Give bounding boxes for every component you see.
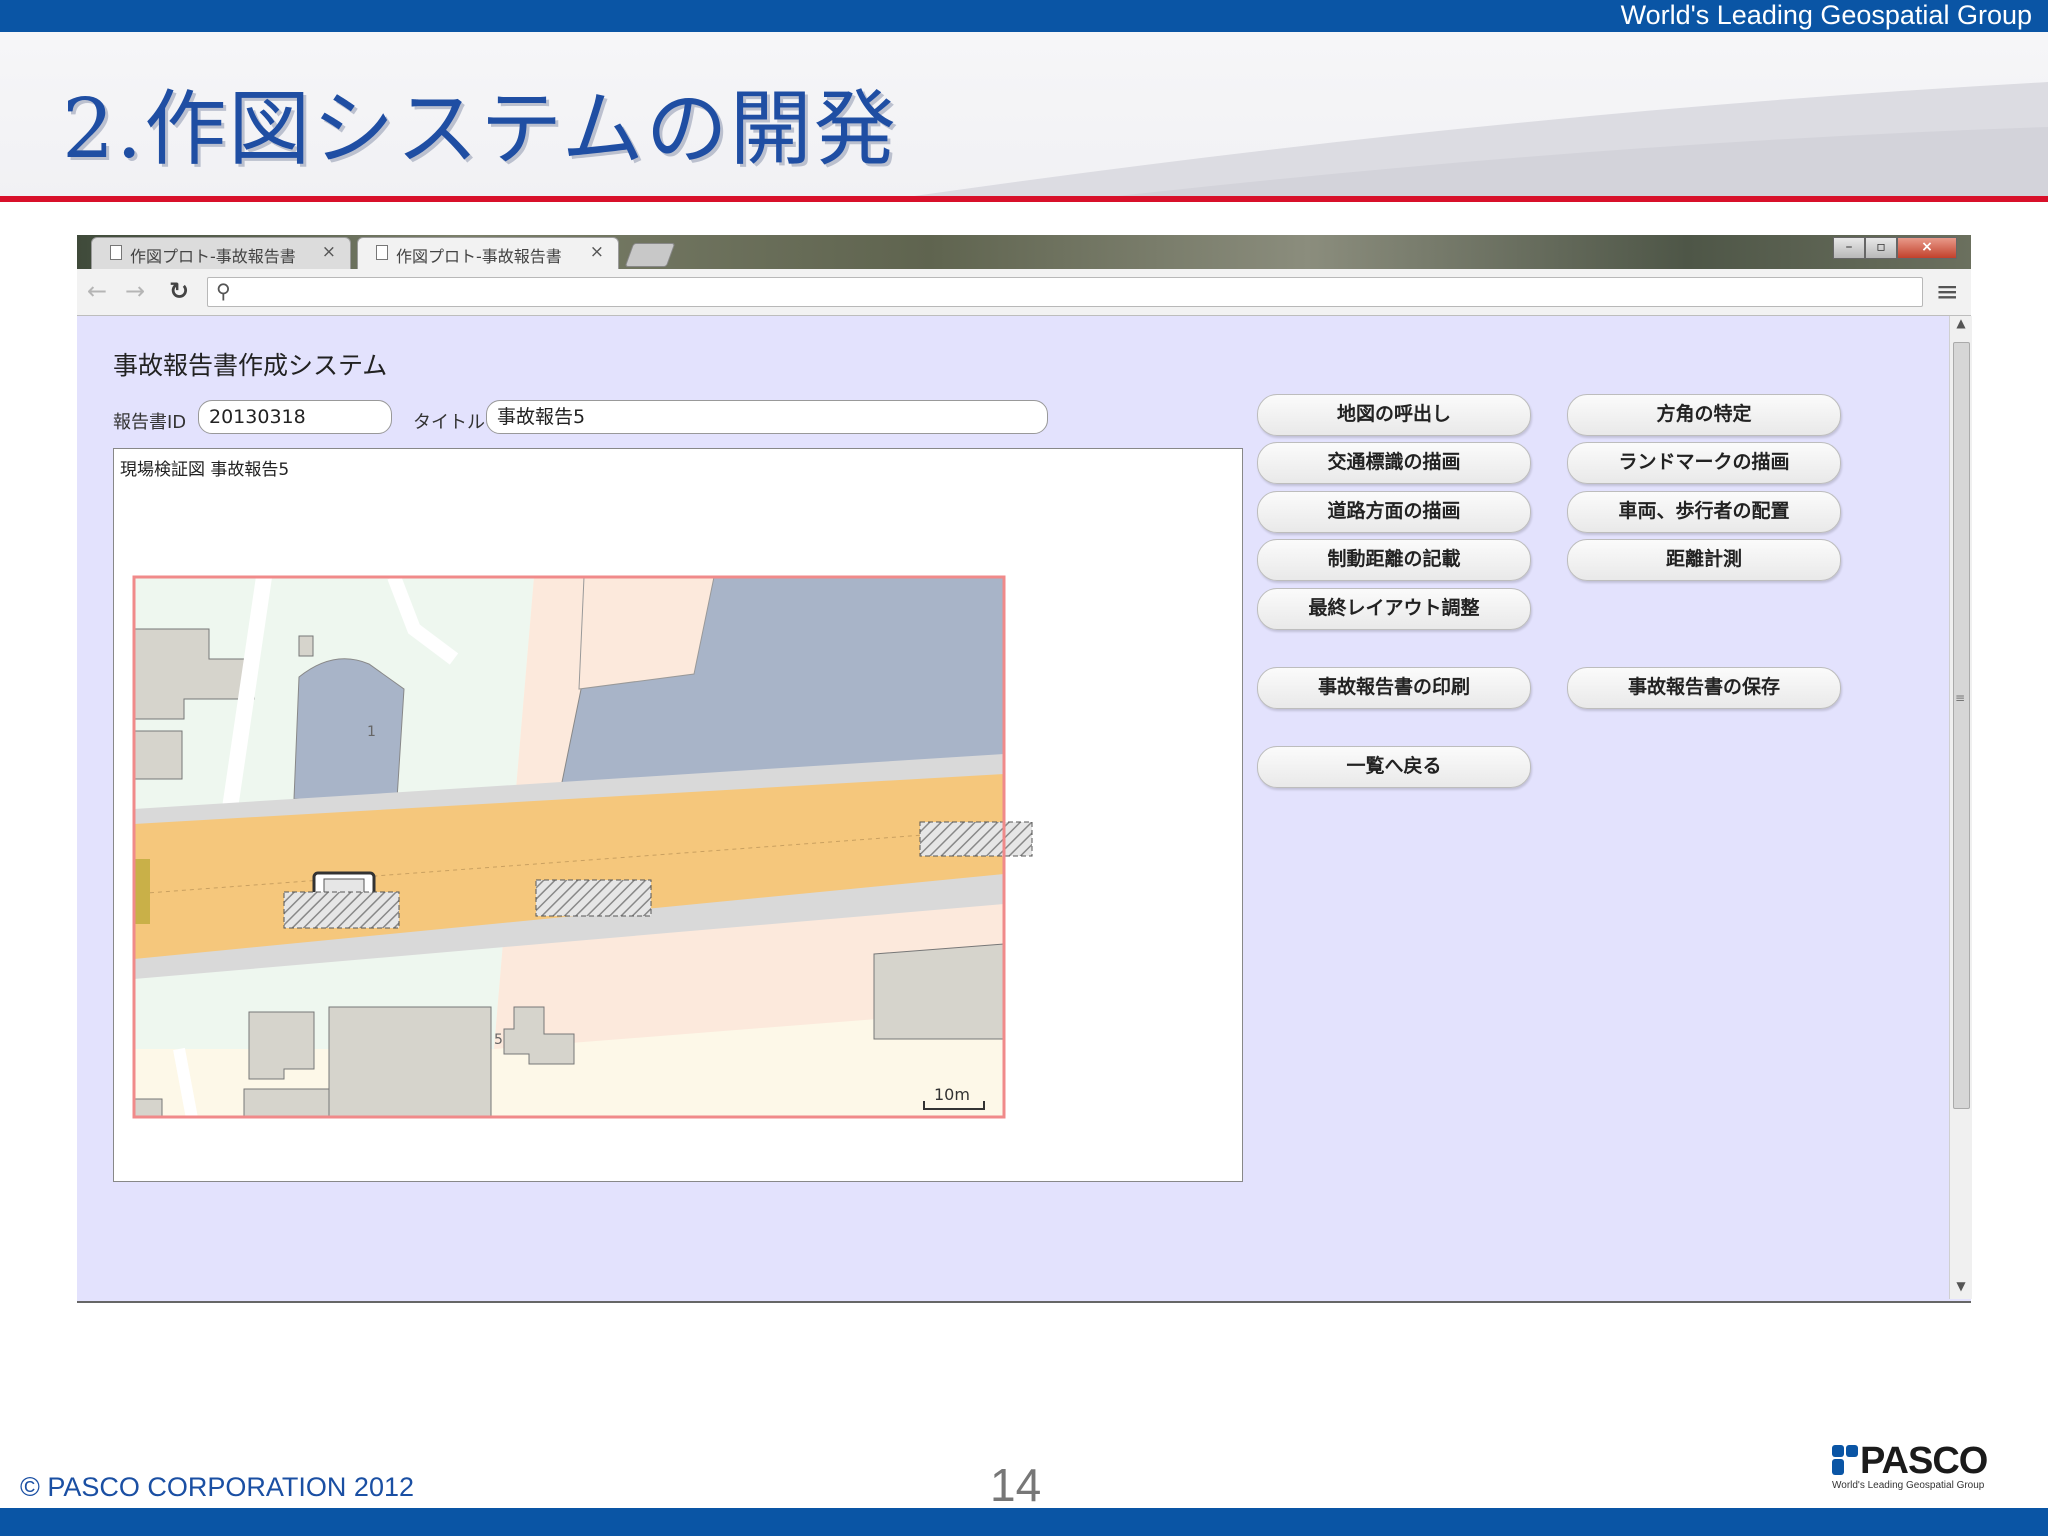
pasco-logo: PASCO World's Leading Geospatial Group	[1830, 1440, 2000, 1491]
logo-subtitle: World's Leading Geospatial Group	[1832, 1480, 1985, 1491]
page-icon	[376, 245, 388, 260]
distance-measure-button[interactable]: 距離計測	[1567, 539, 1841, 581]
bottom-brand-bar	[0, 1508, 2048, 1536]
new-tab-button[interactable]	[624, 243, 676, 267]
tagline: World's Leading Geospatial Group	[1620, 0, 2032, 30]
maximize-icon[interactable]: ▫	[1865, 237, 1897, 259]
map-panel: 現場検証図 事故報告5 10m 1 5	[113, 448, 1243, 1182]
map-load-button[interactable]: 地図の呼出し	[1257, 394, 1531, 436]
reload-icon[interactable]: ↻	[169, 277, 189, 305]
app-title: 事故報告書作成システム	[113, 351, 388, 380]
logo-word: PASCO	[1860, 1440, 1988, 1482]
road-direction-button[interactable]: 道路方面の描画	[1257, 491, 1531, 533]
minimize-icon[interactable]: –	[1833, 237, 1865, 259]
app-page: 事故報告書作成システム 報告書ID 20130318 タイトル 事故報告5 現場…	[77, 316, 1949, 1299]
building-number: 1	[367, 724, 376, 740]
forward-icon[interactable]: →	[125, 277, 145, 305]
vertical-scrollbar[interactable]: ▲ ≡ ▼	[1949, 316, 1972, 1299]
report-id-label: 報告書ID	[113, 412, 187, 433]
search-icon: ⚲	[216, 279, 231, 303]
back-to-list-button[interactable]: 一覧へ戻る	[1257, 746, 1531, 788]
page-icon	[110, 245, 122, 260]
title-field[interactable]: 事故報告5	[486, 400, 1048, 434]
copyright: © PASCO CORPORATION 2012	[20, 1472, 414, 1502]
report-id-field[interactable]: 20130318	[198, 400, 392, 434]
scroll-thumb[interactable]	[1953, 342, 1970, 1109]
tab-inactive[interactable]: 作図プロト-事故報告書 ×	[91, 237, 351, 269]
final-layout-button[interactable]: 最終レイアウト調整	[1257, 588, 1531, 630]
scale-label: 10m	[934, 1085, 970, 1104]
landmark-button[interactable]: ランドマークの描画	[1567, 442, 1841, 484]
scroll-up-icon[interactable]: ▲	[1950, 316, 1972, 336]
red-rule	[0, 196, 2048, 202]
building-number: 5	[494, 1032, 503, 1048]
close-icon[interactable]: ×	[590, 242, 604, 262]
accident-map[interactable]: 10m 1 5	[114, 449, 1242, 1181]
close-icon[interactable]: ×	[1897, 237, 1957, 259]
pasco-logo-mark-icon	[1832, 1445, 1858, 1475]
menu-icon[interactable]: ≡	[1936, 275, 1959, 308]
traffic-sign-button[interactable]: 交通標識の描画	[1257, 442, 1531, 484]
window-controls: – ▫ ×	[1833, 237, 1957, 259]
browser-toolbar: ← → ↻ ⚲ ≡	[77, 269, 1971, 316]
tab-label: 作図プロト-事故報告書	[130, 247, 296, 266]
slide-title: 2.作図システムの開発	[62, 82, 898, 177]
scroll-down-icon[interactable]: ▼	[1950, 1279, 1972, 1299]
print-report-button[interactable]: 事故報告書の印刷	[1257, 667, 1531, 709]
direction-button[interactable]: 方角の特定	[1567, 394, 1841, 436]
grip-icon: ≡	[1955, 691, 1966, 705]
tab-active[interactable]: 作図プロト-事故報告書 ×	[357, 237, 619, 269]
browser-window: 作図プロト-事故報告書 × 作図プロト-事故報告書 × – ▫ × ← → ↻ …	[77, 235, 1972, 1303]
page-number: 14	[990, 1459, 1042, 1511]
address-bar[interactable]: ⚲	[207, 277, 1923, 307]
braking-distance-button[interactable]: 制動距離の記載	[1257, 539, 1531, 581]
tab-label: 作図プロト-事故報告書	[396, 247, 562, 266]
title-label: タイトル	[413, 412, 485, 433]
back-icon[interactable]: ←	[87, 277, 107, 305]
tab-strip: 作図プロト-事故報告書 × 作図プロト-事故報告書 × – ▫ ×	[77, 235, 1971, 269]
vehicle-placement-button[interactable]: 車両、歩行者の配置	[1567, 491, 1841, 533]
save-report-button[interactable]: 事故報告書の保存	[1567, 667, 1841, 709]
close-icon[interactable]: ×	[322, 242, 336, 262]
